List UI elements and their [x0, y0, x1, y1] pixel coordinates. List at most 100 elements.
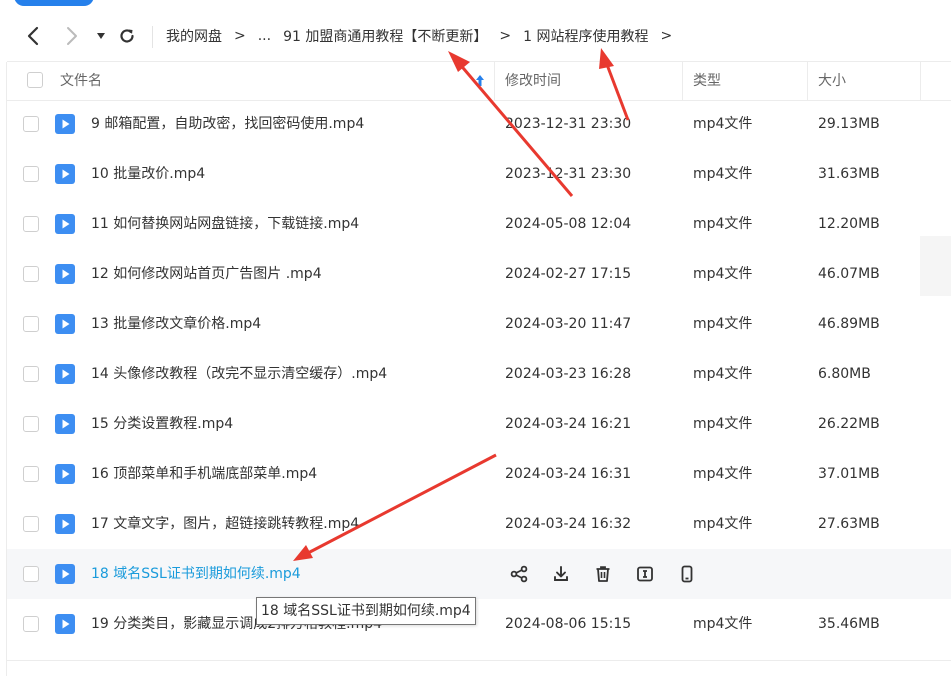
row-checkbox[interactable]	[23, 566, 39, 582]
column-divider[interactable]	[807, 62, 808, 100]
file-name[interactable]: 14 头像修改教程（改完不显示清空缓存）.mp4	[91, 349, 387, 399]
row-checkbox[interactable]	[23, 366, 39, 382]
file-type: mp4文件	[693, 516, 753, 532]
history-dropdown-button[interactable]	[94, 10, 108, 62]
row-checkbox[interactable]	[23, 216, 39, 232]
modified-time: 2024-03-24 16:31	[505, 466, 632, 482]
breadcrumb-item-folder[interactable]: 91 加盟商通用教程【不断更新】	[283, 26, 487, 46]
file-type: mp4文件	[693, 616, 753, 632]
forward-button[interactable]	[60, 10, 84, 62]
row-action-toolbar	[505, 549, 715, 599]
file-name[interactable]: 9 邮箱配置，自助改密，找回密码使用.mp4	[91, 99, 364, 149]
file-name[interactable]: 10 批量改价.mp4	[91, 149, 205, 199]
arrow-left-icon	[27, 26, 39, 46]
file-name[interactable]: 18 域名SSL证书到期如何续.mp4	[91, 549, 301, 599]
filename-tooltip: 18 域名SSL证书到期如何续.mp4	[256, 597, 476, 625]
row-checkbox[interactable]	[23, 616, 39, 632]
column-divider[interactable]	[494, 62, 495, 100]
table-row[interactable]: 12 如何修改网站首页广告图片 .mp4 2024-02-27 17:15 mp4文…	[7, 249, 951, 299]
video-file-icon	[55, 114, 75, 134]
video-file-icon	[55, 514, 75, 534]
refresh-icon	[120, 29, 134, 43]
breadcrumb-item-root[interactable]: 我的网盘	[166, 26, 222, 46]
modified-time: 2024-05-08 12:04	[505, 216, 632, 232]
refresh-button[interactable]	[116, 10, 138, 62]
file-name[interactable]: 11 如何替换网站网盘链接，下载链接.mp4	[91, 199, 359, 249]
back-button[interactable]	[20, 10, 46, 62]
caret-down-icon	[97, 33, 105, 39]
file-name[interactable]: 17 文章文字，图片，超链接跳转教程.mp4	[91, 499, 359, 549]
video-file-icon	[55, 464, 75, 484]
row-checkbox[interactable]	[23, 416, 39, 432]
video-file-icon	[55, 164, 75, 184]
row-checkbox[interactable]	[23, 316, 39, 332]
modified-time: 2024-08-06 15:15	[505, 616, 632, 632]
toolbar-divider	[152, 26, 153, 48]
file-name[interactable]: 12 如何修改网站首页广告图片 .mp4	[91, 249, 322, 299]
table-row[interactable]: 10 批量改价.mp4 2023-12-31 23:30 mp4文件 31.63MB	[7, 149, 951, 199]
modified-time: 2024-03-20 11:47	[505, 316, 632, 332]
file-size: 37.01MB	[818, 466, 880, 482]
row-checkbox[interactable]	[23, 116, 39, 132]
table-row[interactable]: 11 如何替换网站网盘链接，下载链接.mp4 2024-05-08 12:04 mp…	[7, 199, 951, 249]
video-file-icon	[55, 614, 75, 634]
column-header-name[interactable]: 文件名	[60, 62, 102, 100]
video-file-icon	[55, 364, 75, 384]
file-size: 29.13MB	[818, 116, 880, 132]
breadcrumb-item-current[interactable]: 1 网站程序使用教程	[523, 26, 648, 46]
rename-icon	[637, 566, 653, 582]
table-row[interactable]: 14 头像修改教程（改完不显示清空缓存）.mp4 2024-03-23 16:28…	[7, 349, 951, 399]
sort-arrow-up-icon[interactable]	[475, 62, 485, 100]
table-row[interactable]: 15 分类设置教程.mp4 2024-03-24 16:21 mp4文件 26.22M…	[7, 399, 951, 449]
file-name[interactable]: 13 批量修改文章价格.mp4	[91, 299, 261, 349]
row-checkbox[interactable]	[23, 466, 39, 482]
file-type: mp4文件	[693, 116, 753, 132]
table-row[interactable]: 13 批量修改文章价格.mp4 2024-03-20 11:47 mp4文件 46.8…	[7, 299, 951, 349]
table-row[interactable]: 19 分类类目，影藏显示调成2排方格教程.mp4 2024-08-06 15:15…	[7, 599, 951, 649]
table-header: 文件名 修改时间 类型 大小	[7, 61, 951, 101]
file-size: 31.63MB	[818, 166, 880, 182]
video-file-icon	[55, 314, 75, 334]
rename-button[interactable]	[631, 560, 659, 588]
file-size: 12.20MB	[818, 216, 880, 232]
column-header-size[interactable]: 大小	[818, 62, 846, 100]
row-checkbox[interactable]	[23, 166, 39, 182]
video-file-icon	[55, 264, 75, 284]
table-row[interactable]: 17 文章文字，图片，超链接跳转教程.mp4 2024-03-24 16:32 mp…	[7, 499, 951, 549]
file-name[interactable]: 16 顶部菜单和手机端底部菜单.mp4	[91, 449, 317, 499]
file-size: 46.89MB	[818, 316, 880, 332]
file-name[interactable]: 15 分类设置教程.mp4	[91, 399, 233, 449]
column-header-modified[interactable]: 修改时间	[505, 62, 561, 100]
mobile-button[interactable]	[673, 560, 701, 588]
video-file-icon	[55, 414, 75, 434]
file-type: mp4文件	[693, 316, 753, 332]
table-row[interactable]: 9 邮箱配置，自助改密，找回密码使用.mp4 2023-12-31 23:30 mp…	[7, 99, 951, 149]
column-header-type[interactable]: 类型	[693, 62, 721, 100]
select-all-checkbox[interactable]	[27, 72, 43, 88]
arrow-right-icon	[67, 27, 77, 45]
file-type: mp4文件	[693, 166, 753, 182]
file-size: 46.07MB	[818, 266, 880, 282]
delete-button[interactable]	[589, 560, 617, 588]
video-file-icon	[55, 214, 75, 234]
modified-time: 2024-03-24 16:21	[505, 416, 632, 432]
share-icon	[510, 565, 528, 583]
column-divider[interactable]	[682, 62, 683, 100]
modified-time: 2023-12-31 23:30	[505, 166, 632, 182]
modified-time: 2024-02-27 17:15	[505, 266, 632, 282]
column-divider[interactable]	[920, 62, 921, 100]
breadcrumb-item-ellipsis[interactable]: ...	[258, 28, 271, 44]
modified-time: 2023-12-31 23:30	[505, 116, 632, 132]
table-row[interactable]: 18 域名SSL证书到期如何续.mp4	[7, 549, 951, 599]
delete-icon	[596, 566, 610, 582]
row-checkbox[interactable]	[23, 516, 39, 532]
row-checkbox[interactable]	[23, 266, 39, 282]
share-button[interactable]	[505, 560, 533, 588]
download-button[interactable]	[547, 560, 575, 588]
file-size: 35.46MB	[818, 616, 880, 632]
video-file-icon	[55, 564, 75, 584]
file-type: mp4文件	[693, 216, 753, 232]
file-type: mp4文件	[693, 416, 753, 432]
file-size: 6.80MB	[818, 366, 871, 382]
table-row[interactable]: 16 顶部菜单和手机端底部菜单.mp4 2024-03-24 16:31 mp4文件…	[7, 449, 951, 499]
